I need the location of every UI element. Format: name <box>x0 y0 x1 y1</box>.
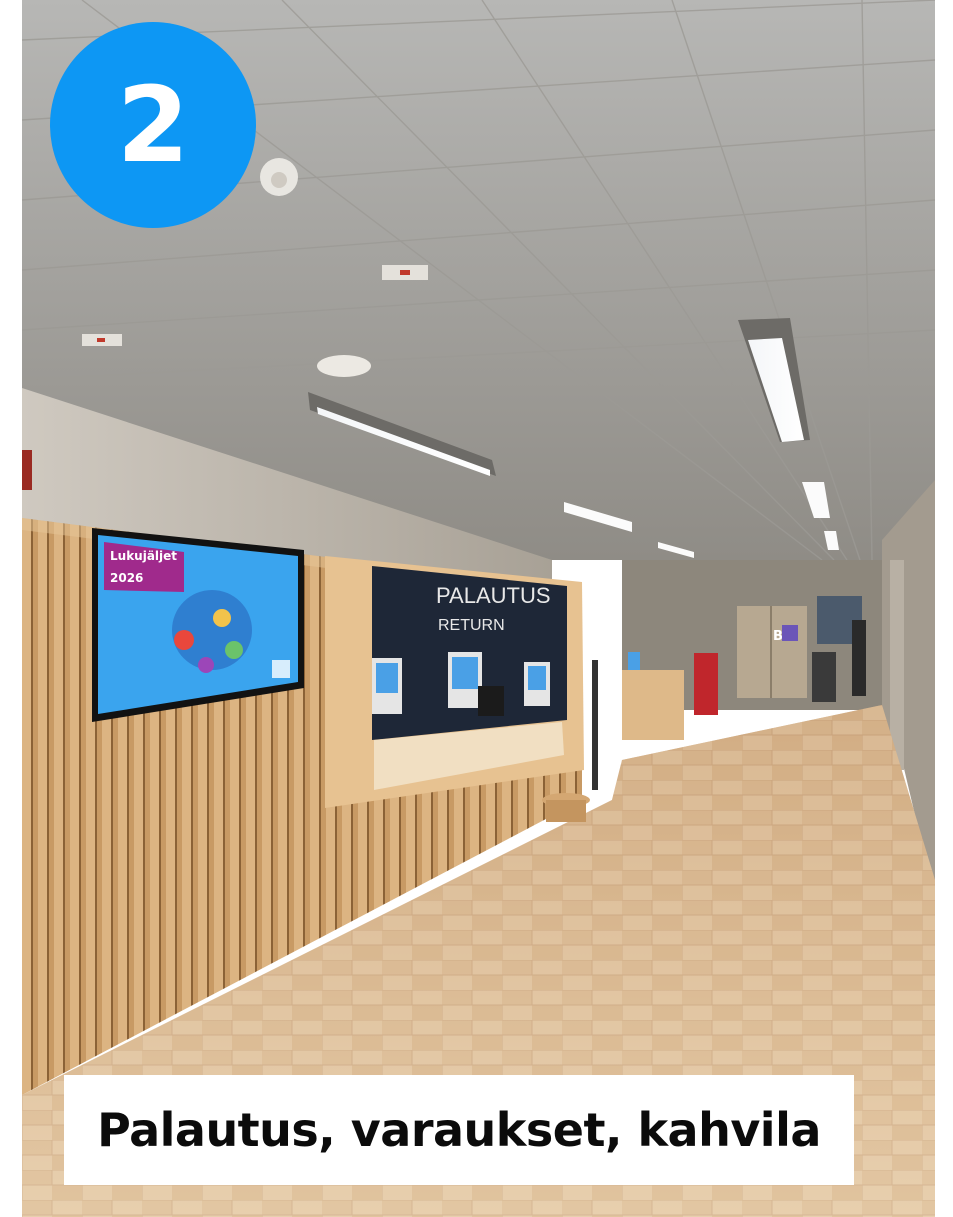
step-number-badge: 2 <box>50 22 256 228</box>
return-sign: RETURN <box>438 617 505 634</box>
caption-box: Palautus, varaukset, kahvila <box>64 1075 854 1185</box>
elevator-sign: B <box>773 629 783 644</box>
palautus-sign: PALAUTUS <box>436 583 551 608</box>
screen-title-line1: Lukujäljet <box>110 549 177 563</box>
tv-screen: Lukujäljet 2026 <box>92 528 304 722</box>
screen-title-line2: 2026 <box>110 571 143 585</box>
caption-text: Palautus, varaukset, kahvila <box>97 1103 821 1157</box>
step-number: 2 <box>116 64 190 186</box>
